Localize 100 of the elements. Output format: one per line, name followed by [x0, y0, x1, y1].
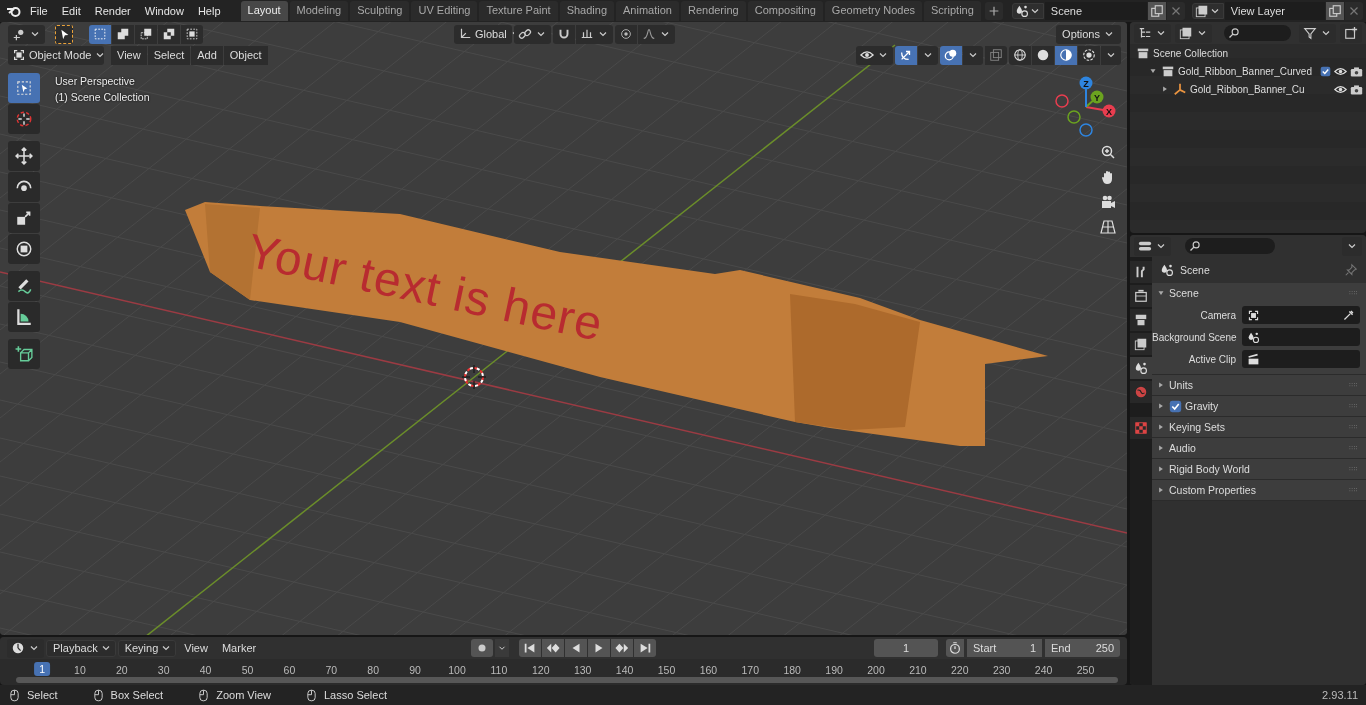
menu-dropdown[interactable]: Playback — [46, 639, 116, 657]
properties-tab[interactable] — [1130, 333, 1152, 355]
playback-button[interactable] — [519, 639, 541, 657]
frame-number: 130 — [573, 664, 592, 676]
search-field[interactable] — [1224, 25, 1291, 41]
camera-icon[interactable] — [1350, 82, 1363, 96]
scene-type-button[interactable] — [1011, 3, 1044, 19]
tool-button[interactable] — [8, 271, 40, 301]
editor-type-button[interactable] — [1134, 23, 1171, 43]
axis-dot[interactable] — [1090, 90, 1104, 104]
current-frame-field[interactable]: 1 — [874, 639, 938, 657]
panel-header[interactable]: Units — [1152, 375, 1366, 395]
workspace-tab[interactable]: Shading — [559, 1, 615, 21]
menu-item[interactable]: Window — [138, 2, 190, 20]
curve-icon — [642, 27, 656, 41]
properties-tab[interactable] — [1130, 309, 1152, 331]
options-dropdown[interactable] — [1342, 236, 1362, 256]
menu-item[interactable]: Render — [88, 2, 137, 20]
workspace-tab[interactable]: Modeling — [289, 1, 349, 21]
duplicate-button[interactable] — [1325, 2, 1344, 20]
workspace-tab[interactable]: Sculpting — [350, 1, 410, 21]
checkbox[interactable] — [1169, 399, 1182, 413]
workspace-tab[interactable]: Scripting — [924, 1, 981, 21]
display-mode-dropdown[interactable] — [1175, 23, 1212, 43]
clip-field[interactable] — [1242, 350, 1360, 368]
search-field[interactable] — [1185, 238, 1275, 254]
tool-button[interactable] — [8, 203, 40, 233]
record-button[interactable] — [471, 639, 493, 657]
panel-title: Audio — [1169, 442, 1197, 454]
workspace-tab[interactable]: Texture Paint — [479, 1, 558, 21]
filter-dropdown[interactable] — [1299, 23, 1336, 43]
scene-field[interactable] — [1242, 328, 1360, 346]
magnet-icon — [557, 27, 571, 41]
frame-number: 190 — [825, 664, 843, 676]
camera-object-icon — [1247, 308, 1260, 322]
playback-button[interactable] — [542, 639, 564, 657]
axis-dot[interactable] — [1079, 76, 1093, 90]
properties-tab[interactable] — [1130, 285, 1152, 307]
view-layer-field[interactable]: View Layer — [1224, 2, 1325, 20]
new-collection-button[interactable] — [1340, 23, 1362, 43]
panel-header[interactable]: Custom Properties — [1152, 480, 1366, 500]
panel-header[interactable]: Scene — [1152, 283, 1366, 303]
tool-button[interactable] — [8, 339, 40, 369]
scrollbar[interactable] — [16, 677, 1118, 683]
workspace-tab[interactable]: Animation — [616, 1, 679, 21]
scene-field[interactable]: Scene — [1044, 2, 1147, 20]
outliner-item[interactable]: Scene Collection — [1153, 47, 1366, 59]
tool-button[interactable] — [8, 172, 40, 202]
tool-button[interactable] — [8, 104, 40, 134]
outliner-icon — [1138, 26, 1152, 40]
workspace-tab[interactable]: Layout — [240, 1, 288, 21]
panel-header[interactable]: Keying Sets — [1152, 417, 1366, 437]
workspace-tab[interactable]: UV Editing — [411, 1, 478, 21]
editor-type-button[interactable] — [1134, 236, 1171, 256]
collection-icon — [1161, 64, 1175, 78]
end-frame-field[interactable]: End 250 — [1045, 639, 1120, 657]
frame-number: 30 — [157, 664, 170, 676]
close-button[interactable] — [1166, 2, 1185, 20]
editor-type-button[interactable] — [7, 638, 44, 658]
playback-button[interactable] — [634, 639, 656, 657]
status-hint: Select — [27, 689, 58, 701]
add-workspace-button[interactable] — [984, 2, 1003, 20]
playback-button[interactable] — [588, 639, 610, 657]
playback-button[interactable] — [611, 639, 633, 657]
workspace-tab[interactable]: Compositing — [747, 1, 823, 21]
layers-icon — [1179, 26, 1193, 40]
panel-header[interactable]: Audio — [1152, 438, 1366, 458]
duplicate-button[interactable] — [1147, 2, 1166, 20]
axis-dot[interactable] — [1102, 104, 1116, 118]
frame-number: 50 — [241, 664, 254, 676]
outliner-item[interactable]: Gold_Ribbon_Banner_Curved — [1178, 65, 1317, 77]
panel-header[interactable]: Gravity — [1152, 396, 1366, 416]
current-frame-marker[interactable]: 1 — [34, 662, 51, 676]
preview-range-toggle[interactable] — [946, 639, 964, 657]
view-layer-type-button[interactable] — [1191, 3, 1224, 19]
tool-button[interactable] — [8, 141, 40, 171]
camera-icon[interactable] — [1350, 64, 1363, 78]
eyedropper-icon[interactable] — [1342, 308, 1355, 322]
navigation-gizmo[interactable]: X Y Z — [1050, 74, 1122, 138]
menu-dropdown[interactable]: Keying — [117, 639, 177, 657]
workspace-tab[interactable]: Geometry Nodes — [824, 1, 922, 21]
outliner-item[interactable]: Gold_Ribbon_Banner_Cu — [1190, 83, 1331, 95]
menu-item[interactable]: Edit — [55, 2, 87, 20]
tool-button[interactable] — [8, 234, 40, 264]
close-button[interactable] — [1344, 2, 1363, 20]
menu-item[interactable]: Help — [191, 2, 227, 20]
menu-button[interactable]: Marker — [215, 640, 263, 656]
camera-field[interactable] — [1242, 306, 1360, 324]
workspace-tab[interactable]: Rendering — [680, 1, 746, 21]
panel-title: Custom Properties — [1169, 484, 1257, 496]
playback-button[interactable] — [565, 639, 587, 657]
menu-item[interactable]: File — [24, 2, 54, 20]
panel-header[interactable]: Rigid Body World — [1152, 459, 1366, 479]
pin-icon[interactable] — [1344, 263, 1358, 277]
start-frame-field[interactable]: Start 1 — [967, 639, 1042, 657]
properties-tab[interactable] — [1130, 261, 1152, 283]
menu-button[interactable]: View — [178, 640, 214, 656]
checkbox[interactable] — [1320, 65, 1331, 77]
tool-button[interactable] — [8, 302, 40, 332]
properties-tab[interactable] — [1130, 357, 1152, 379]
